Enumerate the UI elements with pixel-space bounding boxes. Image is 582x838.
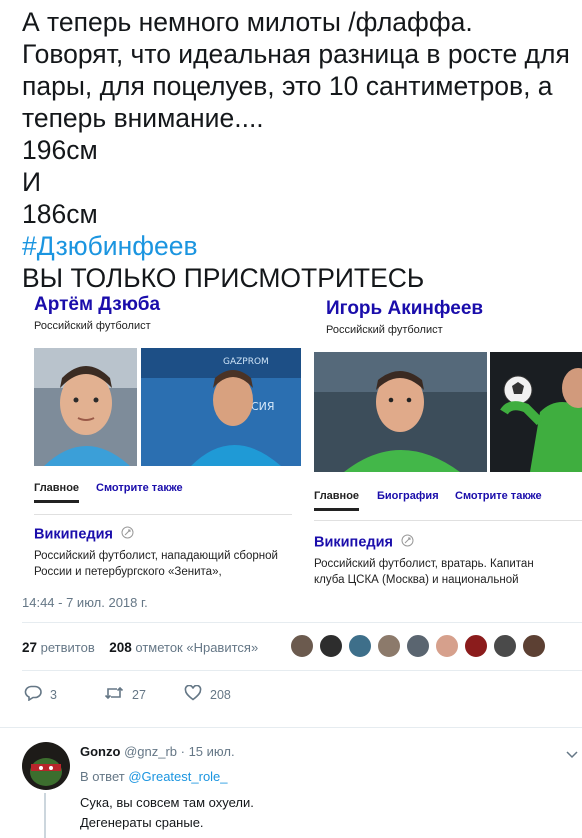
avatar[interactable] — [493, 634, 517, 658]
reply-handle[interactable]: @gnz_rb — [124, 744, 177, 759]
tweet-timestamp[interactable]: 14:44 - 7 июл. 2018 г. — [22, 595, 148, 610]
reply-count: 3 — [50, 687, 57, 702]
svg-text:GAZPROM: GAZPROM — [223, 357, 269, 367]
player-photo — [34, 348, 137, 466]
tweet-text: А теперь немного милоты /флаффа. Говорят… — [22, 6, 578, 294]
reply-context-label: В ответ — [80, 769, 125, 784]
avatar[interactable] — [348, 634, 372, 658]
divider — [0, 727, 582, 728]
avatar[interactable] — [319, 634, 343, 658]
chevron-down-icon[interactable] — [566, 746, 578, 764]
wiki-title-text: Википедия — [34, 526, 113, 543]
retweet-button[interactable]: 27 — [104, 685, 146, 704]
player-photo — [490, 352, 582, 472]
avatar[interactable] — [522, 634, 546, 658]
reply-header: Gonzo @gnz_rb · 15 июл. — [80, 744, 235, 759]
attached-image[interactable]: Артём Дзюба Российский футболист GAZPROM… — [22, 290, 582, 590]
reply-text: Сука, вы совсем там охуели. Дегенераты с… — [80, 795, 254, 830]
wiki-badge-icon — [401, 534, 414, 551]
svg-text:СИЯ: СИЯ — [251, 400, 275, 413]
like-button[interactable]: 208 — [184, 684, 231, 704]
card-description: Российский футболист — [326, 324, 443, 336]
tab-main[interactable]: Главное — [314, 490, 359, 502]
reply-context-handle[interactable]: @Greatest_role_ — [128, 769, 227, 784]
retweet-stat-label: ретвитов — [40, 640, 95, 655]
like-icon — [184, 684, 202, 704]
knowledge-card-akinfeev: Игорь Акинфеев Российский футболист Глав… — [314, 294, 582, 590]
reply-context: В ответ @Greatest_role_ — [80, 769, 228, 784]
tweet-actions: 3 27 208 — [22, 684, 582, 705]
wiki-title[interactable]: Википедия — [314, 534, 414, 551]
player-photo — [314, 352, 487, 472]
tweet-stats: 27 ретвитов 208 отметок «Нравится» — [22, 640, 258, 655]
tab-main[interactable]: Главное — [34, 482, 79, 494]
card-divider — [314, 520, 582, 521]
wiki-text: Российский футболист, нападающий сборной… — [34, 550, 278, 578]
tab-see-also[interactable]: Смотрите также — [96, 482, 183, 494]
wiki-text: Российский футболист, вратарь. Капитан к… — [314, 558, 534, 586]
hashtag-link[interactable]: #Дзюбинфеев — [22, 231, 198, 261]
reply-username[interactable]: Gonzo — [80, 744, 120, 759]
player-photo: GAZPROM СИЯ — [141, 348, 301, 466]
tab-see-also[interactable]: Смотрите также — [455, 490, 542, 502]
reply-date[interactable]: · 15 июл. — [181, 744, 235, 759]
like-stat-label: отметок «Нравится» — [135, 640, 259, 655]
tab-underline — [314, 508, 359, 511]
avatar[interactable] — [377, 634, 401, 658]
retweet-stat[interactable]: 27 ретвитов — [22, 640, 95, 655]
tweet-text-main: А теперь немного милоты /флаффа. Говорят… — [22, 7, 570, 229]
card-name: Игорь Акинфеев — [326, 298, 484, 319]
wiki-title[interactable]: Википедия — [34, 526, 134, 543]
divider — [22, 622, 582, 623]
avatar[interactable] — [22, 742, 70, 790]
knowledge-card-dzyuba: Артём Дзюба Российский футболист GAZPROM… — [22, 290, 301, 580]
wiki-badge-icon — [121, 526, 134, 543]
thread-line — [44, 793, 46, 838]
retweet-count: 27 — [22, 640, 38, 655]
tab-biography[interactable]: Биография — [377, 490, 439, 502]
retweet-action-count: 27 — [132, 687, 146, 702]
avatar[interactable] — [406, 634, 430, 658]
avatar[interactable] — [435, 634, 459, 658]
retweet-icon — [104, 685, 124, 704]
card-divider — [34, 514, 292, 515]
card-name: Артём Дзюба — [34, 294, 161, 315]
reply-button[interactable]: 3 — [24, 685, 57, 704]
wiki-title-text: Википедия — [314, 534, 393, 551]
like-stat[interactable]: 208 отметок «Нравится» — [109, 640, 258, 655]
divider — [22, 670, 582, 671]
tab-underline — [34, 500, 79, 503]
avatar[interactable] — [464, 634, 488, 658]
avatar[interactable] — [290, 634, 314, 658]
reply-icon — [24, 685, 42, 704]
like-action-count: 208 — [210, 687, 231, 702]
card-description: Российский футболист — [34, 320, 151, 332]
like-count: 208 — [109, 640, 132, 655]
tweet-text-end: ВЫ ТОЛЬКО ПРИСМОТРИТЕСЬ — [22, 263, 425, 293]
